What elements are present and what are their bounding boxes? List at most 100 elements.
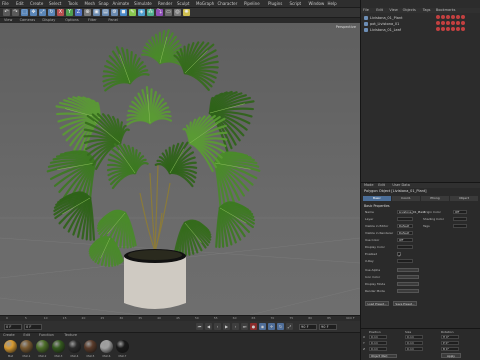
material-menu-edit[interactable]: Edit: [23, 333, 30, 337]
material-tag-icon[interactable]: [461, 15, 465, 19]
field-value[interactable]: [397, 217, 413, 221]
attribute-menu-user-data[interactable]: User Data: [392, 183, 409, 187]
material-tag-icon[interactable]: [451, 15, 455, 19]
material-tag-icon[interactable]: [441, 27, 445, 31]
next-frame-icon[interactable]: ›: [232, 323, 239, 330]
menu-item-file[interactable]: File: [2, 1, 9, 6]
material-swatch[interactable]: [116, 340, 129, 353]
attribute-menu-edit[interactable]: Edit: [378, 183, 385, 187]
field-value[interactable]: Livistona_01_Plant: [397, 210, 425, 214]
x-axis-icon[interactable]: X: [57, 9, 64, 16]
menu-item-pipeline[interactable]: Pipeline: [244, 1, 260, 6]
field-dropdown[interactable]: [397, 282, 419, 286]
viewport-menu-options[interactable]: Options: [65, 18, 79, 22]
material-swatch[interactable]: [36, 340, 49, 353]
save-preset-button[interactable]: Save Preset...: [393, 301, 417, 306]
play-icon[interactable]: ▶: [223, 323, 230, 330]
tab-object[interactable]: Object: [450, 196, 478, 201]
om-menu-tags[interactable]: Tags: [423, 8, 431, 12]
plant-pot[interactable]: [124, 249, 186, 309]
om-menu-view[interactable]: View: [389, 8, 397, 12]
field-value[interactable]: Off: [453, 210, 467, 214]
end-frame-field[interactable]: 90 F: [299, 323, 317, 330]
current-frame-field[interactable]: 0 F: [24, 323, 42, 330]
field-value[interactable]: [397, 259, 413, 263]
coord-size-field[interactable]: 0 cm: [405, 335, 423, 339]
material-swatch[interactable]: [68, 340, 81, 353]
om-menu-objects[interactable]: Objects: [403, 8, 416, 12]
om-menu-file[interactable]: File: [363, 8, 369, 12]
coord-rot-field[interactable]: H 0°: [441, 335, 459, 339]
potted-palm-plant[interactable]: [46, 29, 261, 268]
material-tag-icon[interactable]: [436, 27, 440, 31]
coord-pos-field[interactable]: 0 cm: [369, 341, 387, 345]
material-tag-icon[interactable]: [456, 21, 460, 25]
field-value[interactable]: ✓: [397, 252, 401, 258]
material-swatch[interactable]: [100, 340, 113, 353]
camera-icon[interactable]: ◎: [174, 9, 181, 16]
record-keys-icon[interactable]: ●: [250, 323, 257, 330]
redo-icon[interactable]: ↷: [12, 9, 19, 16]
field-value[interactable]: Default: [397, 224, 413, 228]
menu-item-plugins[interactable]: Plugins: [268, 1, 282, 6]
field-value[interactable]: [453, 224, 467, 228]
material-menu-texture[interactable]: Texture: [64, 333, 77, 337]
material-tag-icon[interactable]: [436, 15, 440, 19]
menu-item-edit[interactable]: Edit: [16, 1, 24, 6]
material-tag-icon[interactable]: [446, 15, 450, 19]
viewport-menu-display[interactable]: Display: [42, 18, 55, 22]
render-view-icon[interactable]: ▣: [93, 9, 100, 16]
menu-item-create[interactable]: Create: [30, 1, 43, 6]
field-dropdown[interactable]: [397, 268, 419, 272]
menu-item-help[interactable]: Help: [328, 1, 337, 6]
om-menu-bookmarks[interactable]: Bookmarks: [436, 8, 456, 12]
coord-pos-field[interactable]: 0 cm: [369, 347, 387, 351]
object-row[interactable]: pot_Livistona_01: [364, 21, 478, 26]
material-tag-icon[interactable]: [456, 27, 460, 31]
viewport-menu-panel[interactable]: Panel: [108, 18, 117, 22]
menu-item-script[interactable]: Script: [290, 1, 302, 6]
attribute-menu-mode[interactable]: Mode: [364, 183, 374, 187]
object-row[interactable]: Livistona_01_Leaf: [364, 27, 478, 32]
material-tag-icon[interactable]: [461, 27, 465, 31]
autokey-icon[interactable]: ◉: [259, 323, 266, 330]
menu-item-render[interactable]: Render: [158, 1, 172, 6]
material-tag-icon[interactable]: [456, 15, 460, 19]
field-value[interactable]: Off: [397, 238, 413, 242]
field-dropdown[interactable]: [397, 289, 419, 293]
tab-basic[interactable]: Basic: [363, 196, 391, 201]
prev-frame-icon[interactable]: ‹: [214, 323, 221, 330]
material-tag-icon[interactable]: [441, 21, 445, 25]
menu-item-window[interactable]: Window: [309, 1, 325, 6]
menu-item-animate[interactable]: Animate: [113, 1, 130, 6]
coord-size-field[interactable]: 0 cm: [405, 341, 423, 345]
field-dropdown[interactable]: [397, 275, 419, 279]
viewport-menu-filter[interactable]: Filter: [88, 18, 97, 22]
light-icon[interactable]: ✺: [183, 9, 190, 16]
material-swatch[interactable]: [4, 340, 17, 353]
floor-icon[interactable]: ▭: [165, 9, 172, 16]
render-settings-icon[interactable]: ⚙: [111, 9, 118, 16]
live-selection-icon[interactable]: ⬚: [21, 9, 28, 16]
prev-key-icon[interactable]: ◀: [205, 323, 212, 330]
om-menu-edit[interactable]: Edit: [376, 8, 383, 12]
viewport-menu-cameras[interactable]: Cameras: [20, 18, 36, 22]
tab-phong[interactable]: Phong: [421, 196, 449, 201]
tab-coord[interactable]: Coord.: [392, 196, 420, 201]
key-position-icon[interactable]: ✛: [268, 323, 275, 330]
array-icon[interactable]: ⁂: [147, 9, 154, 16]
field-value[interactable]: [453, 217, 467, 221]
menu-item-select[interactable]: Select: [49, 1, 61, 6]
menu-item-snap[interactable]: Snap: [99, 1, 109, 6]
material-tag-icon[interactable]: [461, 21, 465, 25]
max-frame-field[interactable]: 90 F: [319, 323, 337, 330]
object-row[interactable]: Livistona_01_Plant: [364, 15, 478, 20]
material-tag-icon[interactable]: [446, 21, 450, 25]
deformer-icon[interactable]: ⤵: [156, 9, 163, 16]
coord-mode-dropdown[interactable]: Object (Rel): [369, 354, 397, 358]
y-axis-icon[interactable]: Y: [66, 9, 73, 16]
material-tag-icon[interactable]: [436, 21, 440, 25]
key-scale-icon[interactable]: ⤢: [286, 323, 293, 330]
rotate-icon[interactable]: ↻: [48, 9, 55, 16]
scale-icon[interactable]: ⤢: [39, 9, 46, 16]
